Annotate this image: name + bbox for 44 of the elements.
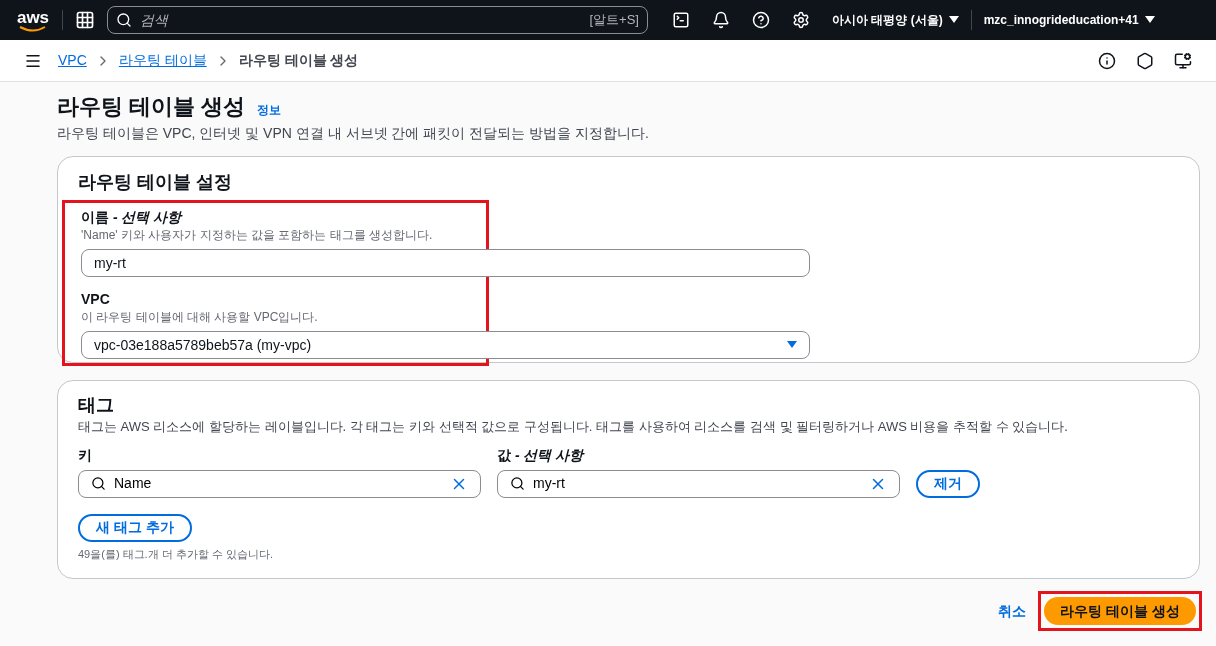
key-label: 키	[78, 445, 93, 465]
account-menu[interactable]: mzc_innogrideducation+41	[983, 11, 1155, 29]
help-icon[interactable]	[752, 11, 770, 29]
remaining-tags-note: 49을(를) 태그.개 더 추가할 수 있습니다.	[78, 546, 274, 562]
caret-icon	[1144, 16, 1155, 24]
search-icon	[91, 476, 106, 491]
vpc-select[interactable]: vpc-03e188a5789beb57a (my-vpc)	[81, 331, 810, 359]
caret-icon	[787, 341, 797, 349]
panel-title: 태그	[78, 394, 115, 417]
breadcrumb-link[interactable]: 라우팅 테이블	[118, 50, 207, 71]
aws-logo[interactable]: aws	[16, 8, 50, 32]
page-description: 라우팅 테이블은 VPC, 인터넷 및 VPN 연결 내 서브넷 간에 패킷이 전달되는 방법을 지정합니다.	[57, 124, 650, 143]
key-input[interactable]: Name	[78, 469, 481, 498]
search-placeholder: 검색	[140, 10, 170, 30]
panel-title: 라우팅 테이블 설정	[78, 171, 233, 194]
apps-grid-icon[interactable]	[75, 10, 95, 30]
add-tag-button[interactable]: 새 태그 추가	[78, 513, 192, 542]
search-field[interactable]: 검색 [알트+S]	[107, 6, 648, 34]
info-icon[interactable]	[1098, 51, 1116, 70]
route-table-name-field[interactable]: my-rt	[81, 249, 810, 277]
caret-icon	[948, 16, 959, 24]
page-title: 라우팅 테이블 생성	[57, 93, 246, 121]
panel-description: 태그는 AWS 리소스에 할당하는 레이블입니다. 각 태그는 키와 선택적 값으로 구성됩니다. 태그를 사용하여 리소스를 검색 및 필터링하거나 AWS 비용을 추적할 수 있습니다.	[78, 418, 1069, 436]
search-icon	[510, 476, 525, 491]
value-input[interactable]: my-rt	[497, 469, 900, 498]
settings-icon[interactable]	[792, 11, 810, 29]
monitor-icon[interactable]	[1174, 51, 1192, 70]
field-label: 이름 - 선택 사항	[81, 208, 184, 227]
field-label: VPC	[81, 290, 111, 309]
hexagon-icon[interactable]	[1136, 51, 1154, 70]
search-shortcut: [알트+S]	[589, 11, 639, 30]
value-label: 값 - 선택 사항	[497, 445, 584, 465]
breadcrumb-current: 라우팅 테이블 생성	[238, 51, 359, 70]
cancel-link[interactable]: 취소	[998, 600, 1027, 622]
terminal-icon[interactable]	[672, 11, 690, 29]
search-icon	[116, 12, 132, 28]
create-button[interactable]: 라우팅 테이블 생성	[1044, 597, 1196, 625]
info-link[interactable]: 정보	[257, 101, 282, 119]
bell-icon[interactable]	[712, 11, 730, 29]
region-menu[interactable]: 아시아 태평양 (서울)	[832, 11, 959, 29]
remove-button[interactable]: 제거	[916, 469, 980, 498]
field-hint: 'Name' 키와 사용자가 지정하는 값을 포함하는 태그를 생성합니다.	[81, 227, 434, 243]
breadcrumb-link[interactable]: VPC	[58, 50, 87, 71]
field-hint: 이 라우팅 테이블에 대해 사용할 VPC입니다.	[81, 309, 319, 325]
